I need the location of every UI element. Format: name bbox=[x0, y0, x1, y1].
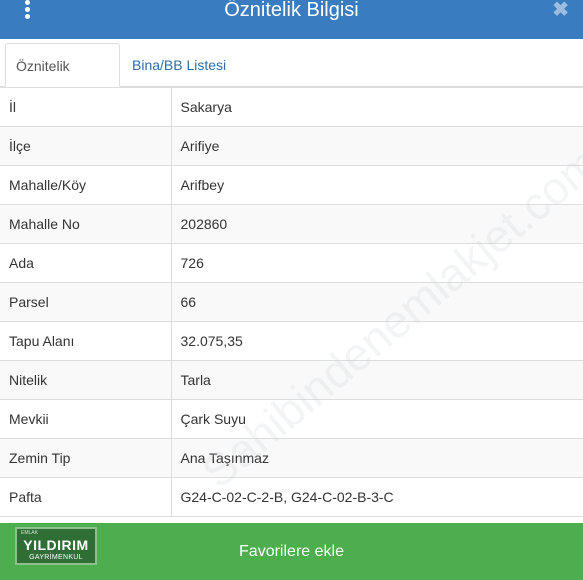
attribute-value: Arifbey bbox=[170, 165, 583, 205]
attribute-value: 726 bbox=[170, 243, 583, 283]
dialog-header: Öznitelik Bilgisi ✖ bbox=[0, 0, 583, 39]
attribute-label: Tapu Alanı bbox=[0, 321, 172, 361]
attribute-label: Ada bbox=[0, 243, 172, 283]
attribute-label: Mevkii bbox=[0, 399, 172, 439]
attribute-value: Tarla bbox=[170, 360, 583, 400]
attribute-label: Zemin Tip bbox=[0, 438, 172, 478]
table-row: Mahalle/Köy Arifbey bbox=[0, 165, 583, 205]
attribute-table: İl Sakarya İlçe Arifiye Mahalle/Köy Arif… bbox=[0, 87, 583, 517]
table-row: Pafta G24-C-02-C-2-B, G24-C-02-B-3-C bbox=[0, 477, 583, 517]
table-row: İlçe Arifiye bbox=[0, 126, 583, 166]
dialog-title: Öznitelik Bilgisi bbox=[224, 0, 359, 21]
logo-subtitle: GAYRİMENKUL bbox=[29, 554, 83, 561]
attribute-value: 202860 bbox=[170, 204, 583, 244]
attribute-value: Ana Taşınmaz bbox=[170, 438, 583, 478]
table-row: İl Sakarya bbox=[0, 87, 583, 127]
logo-name: YILDIRIM bbox=[23, 537, 89, 553]
table-row: Zemin Tip Ana Taşınmaz bbox=[0, 438, 583, 478]
attribute-value: 66 bbox=[170, 282, 583, 322]
table-row: Parsel 66 bbox=[0, 282, 583, 322]
attribute-value: Çark Suyu bbox=[170, 399, 583, 439]
attribute-value: G24-C-02-C-2-B, G24-C-02-B-3-C bbox=[170, 477, 583, 517]
tab-building-list[interactable]: Bina/BB Listesi bbox=[122, 43, 236, 87]
table-row: Mahalle No 202860 bbox=[0, 204, 583, 244]
attribute-value: Arifiye bbox=[170, 126, 583, 166]
logo-small-text: EMLAK bbox=[21, 530, 38, 536]
table-row: Mevkii Çark Suyu bbox=[0, 399, 583, 439]
attribute-label: Nitelik bbox=[0, 360, 172, 400]
attribute-value: 32.075,35 bbox=[170, 321, 583, 361]
attribute-label: Mahalle/Köy bbox=[0, 165, 172, 205]
close-icon[interactable]: ✖ bbox=[552, 0, 569, 20]
attribute-label: Pafta bbox=[0, 477, 172, 517]
favorites-bar[interactable]: Favorilere ekle EMLAK YILDIRIM GAYRİMENK… bbox=[0, 523, 583, 580]
tab-bar: Öznitelik Bilgisi Bina/BB Listesi bbox=[0, 39, 583, 118]
company-logo: EMLAK YILDIRIM GAYRİMENKUL bbox=[15, 527, 97, 565]
table-row: Ada 726 bbox=[0, 243, 583, 283]
attribute-label: Mahalle No bbox=[0, 204, 172, 244]
tab-attribute-info[interactable]: Öznitelik Bilgisi bbox=[5, 43, 120, 118]
attribute-label: Parsel bbox=[0, 282, 172, 322]
attribute-label: İlçe bbox=[0, 126, 172, 166]
table-row: Nitelik Tarla bbox=[0, 360, 583, 400]
attribute-value: Sakarya bbox=[170, 87, 583, 127]
attribute-label: İl bbox=[0, 87, 172, 127]
table-row: Tapu Alanı 32.075,35 bbox=[0, 321, 583, 361]
